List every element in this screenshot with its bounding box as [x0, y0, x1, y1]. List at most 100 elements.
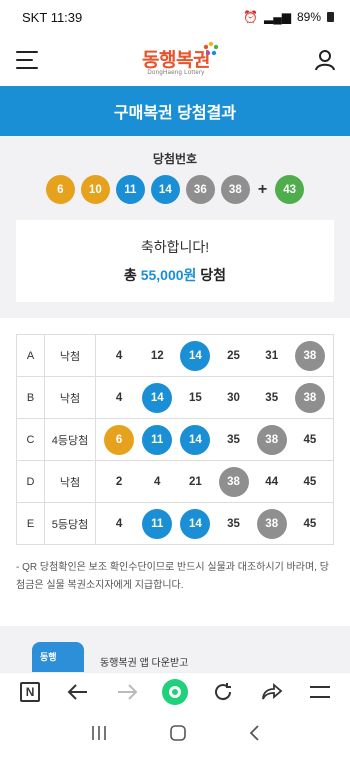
app-promo-banner[interactable]: 동행 동행복권 앱 다운받고 [0, 626, 350, 672]
game-letter: D [16, 460, 45, 503]
back-icon[interactable] [61, 675, 95, 709]
game-numbers: 4 14 15 30 35 38 [95, 376, 334, 419]
game-numbers: 4 11 14 35 38 45 [95, 502, 334, 545]
game-row: A 낙첨 4 12 14 25 31 38 [16, 334, 334, 377]
hamburger-icon[interactable] [16, 51, 38, 69]
game-number: 45 [303, 433, 317, 446]
game-number: 30 [227, 391, 240, 404]
app-icon: 동행 [32, 642, 84, 672]
matched-number: 6 [104, 424, 135, 455]
matched-number: 14 [180, 424, 211, 455]
game-rank: 낙첨 [44, 376, 96, 419]
game-number: 4 [154, 475, 161, 488]
alarm-icon: ⏰ [243, 10, 258, 24]
promo-text: 동행복권 앱 다운받고 [100, 658, 189, 669]
matched-number: 38 [256, 508, 287, 539]
game-letter: C [16, 418, 45, 461]
game-letter: B [16, 376, 45, 419]
game-numbers: 6 11 14 35 38 45 [95, 418, 334, 461]
reload-icon[interactable] [206, 675, 240, 709]
game-row: B 낙첨 4 14 15 30 35 38 [16, 376, 334, 419]
winning-numbers: 6 10 11 14 36 38 + 43 [16, 175, 334, 204]
battery-icon [327, 12, 334, 22]
game-number: 2 [115, 475, 123, 488]
game-number: 31 [265, 349, 279, 362]
game-rank: 낙첨 [44, 460, 96, 503]
battery-level: 89% [296, 10, 321, 24]
matched-number: 38 [218, 466, 249, 497]
game-letter: E [16, 502, 45, 545]
games-section: A 낙첨 4 12 14 25 31 38 B 낙첨 4 14 15 30 35 38 C 4등당첨 6 11 14 35… [0, 318, 350, 555]
page-title: 구매복권 당첨결과 [0, 86, 350, 136]
game-rank: 낙첨 [44, 334, 96, 377]
game-number: 21 [188, 475, 202, 488]
game-number: 12 [150, 349, 164, 362]
result-card: 축하합니다! 총 55,000원 당첨 [16, 220, 334, 302]
game-number: 4 [115, 391, 123, 404]
game-number: 25 [227, 349, 240, 362]
notice-line: - QR 당첨확인은 보조 확인수단이므로 반드시 실물과 대조하시기 바라며,… [16, 562, 329, 573]
prize-line: 총 55,000원 당첨 [124, 265, 226, 285]
home-button-icon[interactable] [169, 724, 187, 747]
game-number: 4 [115, 517, 123, 530]
browser-toolbar: N [0, 672, 350, 710]
matched-number: 38 [256, 424, 287, 455]
home-icon[interactable] [158, 675, 192, 709]
winning-ball: 6 [45, 175, 75, 204]
winning-ball: 14 [150, 175, 180, 204]
menu-icon[interactable] [303, 675, 337, 709]
matched-number: 11 [142, 424, 173, 455]
matched-number: 11 [142, 508, 173, 539]
matched-number: 14 [142, 382, 173, 413]
winning-ball: 10 [80, 175, 110, 204]
logo-burst-icon [203, 41, 219, 55]
logo-text: 동행복권 [142, 49, 210, 71]
notice-line: 첨금은 실물 복권소지자에게 지급합니다. [16, 580, 184, 591]
prize-prefix: 총 [123, 267, 137, 283]
game-number: 44 [265, 475, 279, 488]
matched-number: 14 [180, 508, 211, 539]
notice: - QR 당첨확인은 보조 확인수단이므로 반드시 실물과 대조하시기 바라며,… [0, 555, 350, 595]
matched-number: 14 [180, 340, 211, 371]
game-row: D 낙첨 2 4 21 38 44 45 [16, 460, 334, 503]
status-left: SKT 11:39 [22, 10, 82, 25]
game-number: 4 [115, 349, 123, 362]
game-number: 15 [188, 391, 202, 404]
winning-ball: 38 [220, 175, 250, 204]
carrier: SKT [22, 9, 48, 25]
app-header: 동행복권 DongHaeng Lottery [0, 34, 350, 86]
back-nav-icon[interactable] [248, 724, 260, 747]
game-number: 35 [265, 391, 279, 404]
user-icon[interactable] [314, 49, 336, 71]
n-home-icon[interactable]: N [13, 675, 47, 709]
clock: 11:39 [50, 9, 83, 25]
matched-number: 38 [294, 382, 325, 413]
winning-ball: 36 [185, 175, 215, 204]
bonus-ball: 43 [275, 175, 305, 204]
game-numbers: 2 4 21 38 44 45 [95, 460, 334, 503]
game-number: 35 [227, 433, 240, 446]
game-number: 45 [303, 517, 317, 530]
game-numbers: 4 12 14 25 31 38 [95, 334, 334, 377]
game-row: E 5등당첨 4 11 14 35 38 45 [16, 502, 334, 545]
logo[interactable]: 동행복권 DongHaeng Lottery [142, 41, 219, 76]
app-icon-text: 동행 [40, 652, 57, 662]
game-rank: 5등당첨 [44, 502, 96, 545]
recents-icon[interactable] [90, 725, 108, 746]
logo-subtitle: DongHaeng Lottery [147, 69, 205, 76]
congrats-text: 축하합니다! [140, 239, 210, 255]
status-right: ⏰ ▂▄▆ 89% [243, 10, 334, 24]
winning-section: 당첨번호 6 10 11 14 36 38 + 43 축하합니다! 총 55,0… [0, 136, 350, 318]
status-bar: SKT 11:39 ⏰ ▂▄▆ 89% [0, 0, 350, 34]
forward-icon[interactable] [110, 675, 144, 709]
results-table: A 낙첨 4 12 14 25 31 38 B 낙첨 4 14 15 30 35 38 C 4등당첨 6 11 14 35… [16, 334, 334, 545]
matched-number: 38 [294, 340, 325, 371]
game-rank: 4등당첨 [44, 418, 96, 461]
plus-sign: + [257, 180, 268, 198]
share-icon[interactable] [255, 675, 289, 709]
prize-suffix: 당첨 [200, 267, 227, 283]
system-nav-bar [0, 710, 350, 760]
prize-amount: 55,000원 [140, 267, 197, 283]
winning-label: 당첨번호 [152, 152, 198, 166]
signal-icon: ▂▄▆ [264, 10, 291, 24]
